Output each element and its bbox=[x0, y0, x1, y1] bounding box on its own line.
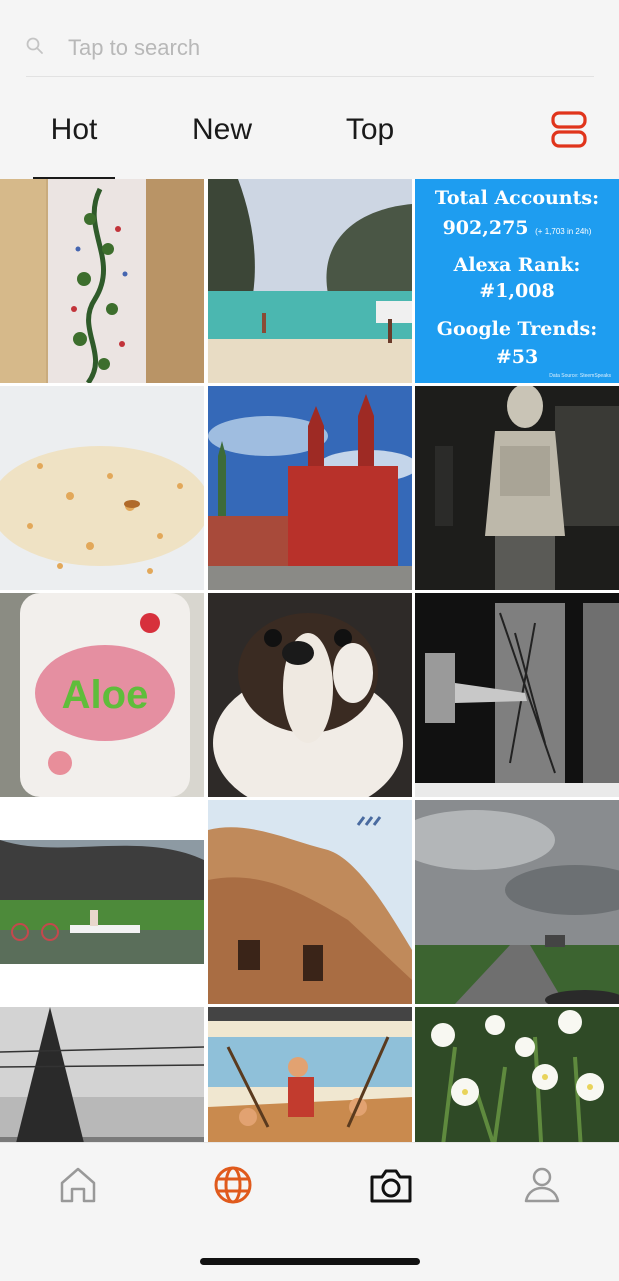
photo-tile-white-flowers[interactable] bbox=[415, 1007, 619, 1142]
stats-line4: #1,008 bbox=[479, 280, 555, 302]
tab-new[interactable]: New bbox=[180, 104, 264, 180]
photo-tile-aloe-drink[interactable]: Aloe bbox=[0, 593, 204, 797]
search-bar[interactable] bbox=[26, 20, 594, 77]
photo-tile-rock-dwelling[interactable] bbox=[208, 800, 412, 1004]
stats-line2-note: (+ 1,703 in 24h) bbox=[535, 227, 592, 236]
tab-hot-label: Hot bbox=[50, 113, 98, 146]
svg-text:Aloe: Aloe bbox=[62, 673, 149, 717]
photo-tile-beach-cliffs[interactable] bbox=[208, 179, 412, 383]
stats-line5: Google Trends: bbox=[436, 318, 598, 340]
search-icon bbox=[26, 37, 44, 60]
photo-tile-terracotta-warrior[interactable] bbox=[415, 386, 619, 590]
photo-tile-red-museum[interactable] bbox=[208, 386, 412, 590]
photo-tile-vine-painting[interactable] bbox=[0, 179, 204, 383]
photo-tile-sand[interactable] bbox=[0, 386, 204, 590]
stats-line2: 902,275 bbox=[442, 217, 529, 239]
profile-icon[interactable] bbox=[520, 1163, 564, 1207]
photo-tile-park-bench[interactable] bbox=[0, 800, 204, 1004]
home-indicator bbox=[200, 1258, 420, 1265]
tab-new-label: New bbox=[191, 113, 252, 146]
photo-tile-mural[interactable] bbox=[208, 1007, 412, 1142]
feed-tabs: Hot New Top bbox=[0, 104, 619, 180]
photo-grid: Total Accounts: 902,275 (+ 1,703 in 24h)… bbox=[0, 179, 619, 1142]
photo-tile-kick-bw[interactable] bbox=[415, 593, 619, 797]
tab-top-label: Top bbox=[345, 113, 395, 146]
photo-tile-dog[interactable] bbox=[208, 593, 412, 797]
stats-line6: #53 bbox=[495, 346, 539, 368]
photo-tile-pine-seaside[interactable] bbox=[0, 1007, 204, 1142]
stats-line1: Total Accounts: bbox=[434, 187, 600, 209]
photo-tile-country-road[interactable] bbox=[415, 800, 619, 1004]
tab-top[interactable]: Top bbox=[330, 104, 410, 180]
search-input[interactable] bbox=[68, 30, 568, 66]
camera-icon[interactable] bbox=[368, 1163, 412, 1207]
layout-toggle-icon[interactable] bbox=[550, 110, 588, 150]
tab-hot[interactable]: Hot bbox=[33, 104, 115, 180]
home-icon[interactable] bbox=[56, 1163, 100, 1207]
stats-source: Data Source: SteemSpeaks bbox=[549, 373, 611, 379]
stats-line3: Alexa Rank: bbox=[453, 254, 581, 276]
stats-card[interactable]: Total Accounts: 902,275 (+ 1,703 in 24h)… bbox=[415, 179, 619, 383]
globe-icon[interactable] bbox=[211, 1163, 255, 1207]
